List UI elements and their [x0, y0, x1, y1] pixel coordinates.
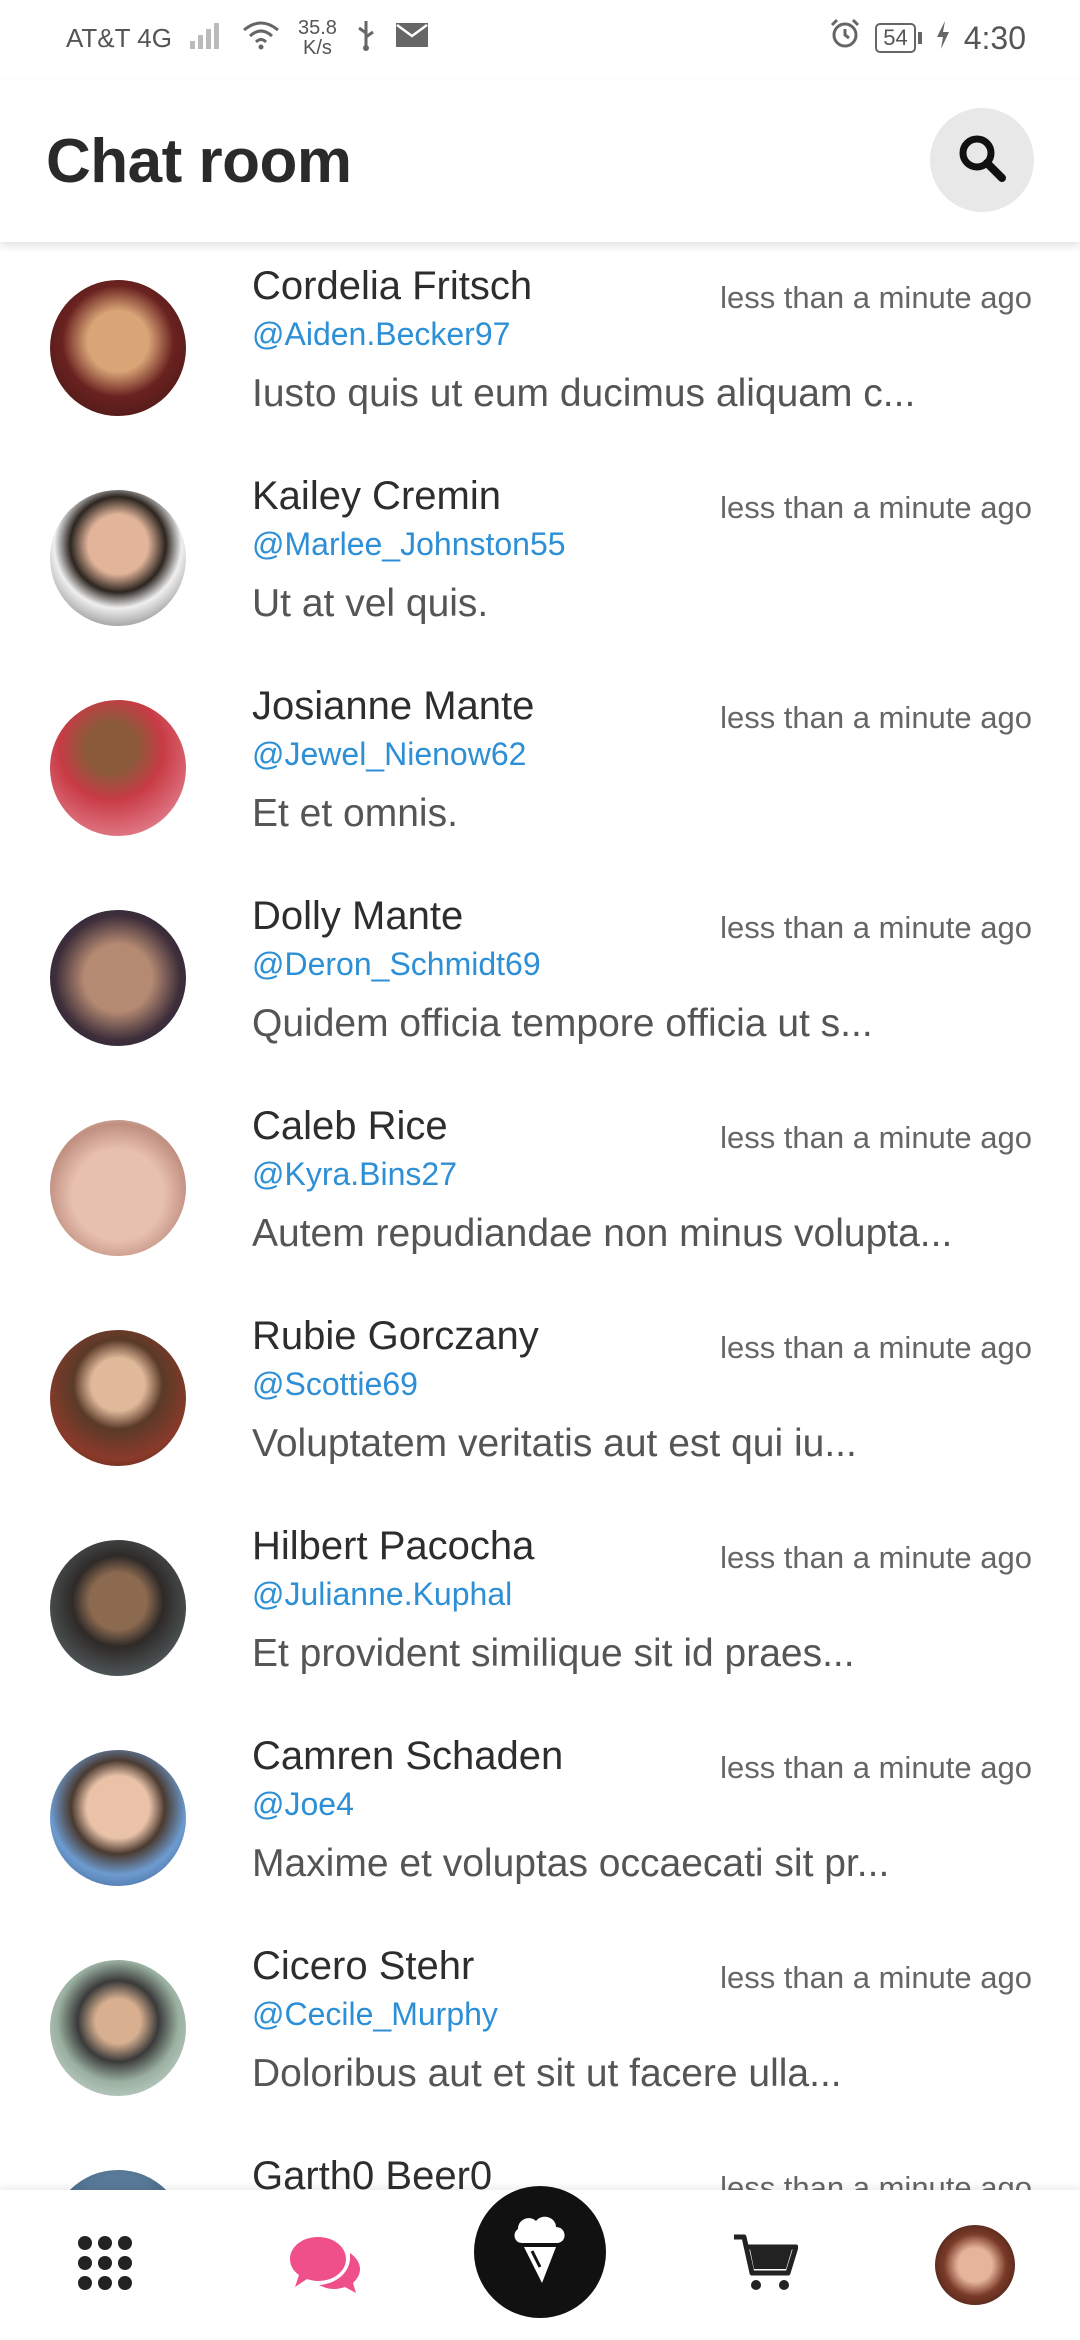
timestamp: less than a minute ago	[720, 1540, 1032, 1575]
chat-row[interactable]: Josianne Mante @Jewel_Nienow62 less than…	[0, 662, 1080, 872]
contact-handle: @Scottie69	[252, 1366, 418, 1402]
bottom-navigation	[0, 2186, 1080, 2340]
mail-icon	[395, 22, 429, 55]
search-button[interactable]	[930, 108, 1034, 212]
wifi-icon	[242, 20, 280, 57]
chat-row[interactable]: Garth0 Beer0 less than a minute ago	[0, 2132, 1080, 2190]
ice-cream-icon	[510, 2215, 570, 2290]
avatar	[50, 1960, 186, 2096]
message-preview: Doloribus aut et sit ut facere ulla...	[252, 2052, 842, 2095]
avatar	[50, 1330, 186, 1466]
battery-level: 54	[875, 23, 916, 53]
timestamp: less than a minute ago	[720, 490, 1032, 525]
timestamp: less than a minute ago	[720, 1330, 1032, 1365]
contact-name: Caleb Rice	[252, 1104, 448, 1148]
contact-handle: @Cecile_Murphy	[252, 1996, 498, 2032]
alarm-icon	[829, 18, 861, 58]
timestamp: less than a minute ago	[720, 1750, 1032, 1785]
speed-value: 35.8	[297, 17, 337, 39]
avatar	[50, 1750, 186, 1886]
timestamp: less than a minute ago	[720, 1960, 1032, 1995]
contact-handle: @Joe4	[252, 1786, 354, 1822]
battery-tip	[917, 32, 922, 44]
apps-grid-icon	[75, 2233, 135, 2298]
chat-row[interactable]: Rubie Gorczany @Scottie69 less than a mi…	[0, 1292, 1080, 1502]
message-preview: Et et omnis.	[252, 792, 458, 835]
contact-handle: @Aiden.Becker97	[252, 316, 511, 352]
avatar	[50, 2170, 186, 2190]
contact-name: Rubie Gorczany	[252, 1314, 539, 1358]
contact-handle: @Deron_Schmidt69	[252, 946, 541, 982]
contact-name: Josianne Mante	[252, 684, 535, 728]
chat-row[interactable]: Cicero Stehr @Cecile_Murphy less than a …	[0, 1922, 1080, 2132]
chat-row[interactable]: Kailey Cremin @Marlee_Johnston55 less th…	[0, 452, 1080, 662]
message-preview: Ut at vel quis.	[252, 582, 489, 625]
chat-row[interactable]: Cordelia Fritsch @Aiden.Becker97 less th…	[0, 242, 1080, 452]
message-preview: Iusto quis ut eum ducimus aliquam c...	[252, 372, 916, 415]
signal-icon	[189, 21, 224, 56]
contact-name: Cordelia Fritsch	[252, 264, 533, 308]
chat-row[interactable]: Dolly Mante @Deron_Schmidt69 less than a…	[0, 872, 1080, 1082]
status-bar: AT&T 4G 35.8 K/s 54 4:30	[0, 0, 1080, 80]
contact-handle: @Marlee_Johnston55	[252, 526, 566, 562]
contact-name: Kailey Cremin	[252, 474, 501, 518]
search-icon	[956, 132, 1008, 189]
contact-name: Dolly Mante	[252, 894, 464, 938]
carrier-label: AT&T 4G	[66, 22, 172, 53]
message-preview: Autem repudiandae non minus volupta...	[252, 1212, 953, 1255]
contact-handle: @Kyra.Bins27	[252, 1156, 458, 1192]
timestamp: less than a minute ago	[720, 2170, 1032, 2190]
nav-cart[interactable]	[710, 2190, 820, 2340]
contact-name: Cicero Stehr	[252, 1944, 475, 1988]
avatar	[50, 1540, 186, 1676]
page-title: Chat room	[46, 127, 352, 196]
message-preview: Quidem officia tempore officia ut s...	[252, 1002, 873, 1045]
contact-name: Camren Schaden	[252, 1734, 564, 1778]
timestamp: less than a minute ago	[720, 700, 1032, 735]
chat-row[interactable]: Caleb Rice @Kyra.Bins27 less than a minu…	[0, 1082, 1080, 1292]
avatar	[50, 280, 186, 416]
message-preview: Voluptatem veritatis aut est qui iu...	[252, 1422, 857, 1465]
timestamp: less than a minute ago	[720, 910, 1032, 945]
profile-avatar	[935, 2225, 1015, 2305]
avatar	[50, 700, 186, 836]
battery-indicator: 54	[875, 23, 922, 53]
message-preview: Maxime et voluptas occaecati sit pr...	[252, 1842, 890, 1885]
timestamp: less than a minute ago	[720, 1120, 1032, 1155]
speed-unit: K/s	[302, 37, 332, 59]
contact-handle: @Julianne.Kuphal	[252, 1576, 513, 1612]
message-preview: Et provident similique sit id praes...	[252, 1632, 855, 1675]
contact-handle: @Jewel_Nienow62	[252, 736, 527, 772]
chat-bubbles-icon	[290, 2231, 360, 2300]
app-header: Chat room	[0, 80, 1080, 242]
avatar	[50, 910, 186, 1046]
avatar	[50, 490, 186, 626]
chat-row[interactable]: Hilbert Pacocha @Julianne.Kuphal less th…	[0, 1502, 1080, 1712]
nav-center-button[interactable]	[474, 2186, 606, 2318]
contact-name: Hilbert Pacocha	[252, 1524, 535, 1568]
contact-name: Garth0 Beer0	[252, 2154, 493, 2190]
nav-apps[interactable]	[50, 2190, 160, 2340]
charging-icon	[936, 20, 950, 57]
chat-row[interactable]: Camren Schaden @Joe4 less than a minute …	[0, 1712, 1080, 1922]
nav-profile[interactable]	[920, 2190, 1030, 2340]
usb-icon	[355, 19, 377, 58]
cart-icon	[732, 2233, 799, 2298]
avatar	[50, 1120, 186, 1256]
network-speed: 35.8 K/s	[298, 18, 337, 58]
clock-time: 4:30	[963, 19, 1026, 56]
timestamp: less than a minute ago	[720, 280, 1032, 315]
nav-chat[interactable]	[270, 2190, 380, 2340]
chat-list[interactable]: Cordelia Fritsch @Aiden.Becker97 less th…	[0, 242, 1080, 2190]
